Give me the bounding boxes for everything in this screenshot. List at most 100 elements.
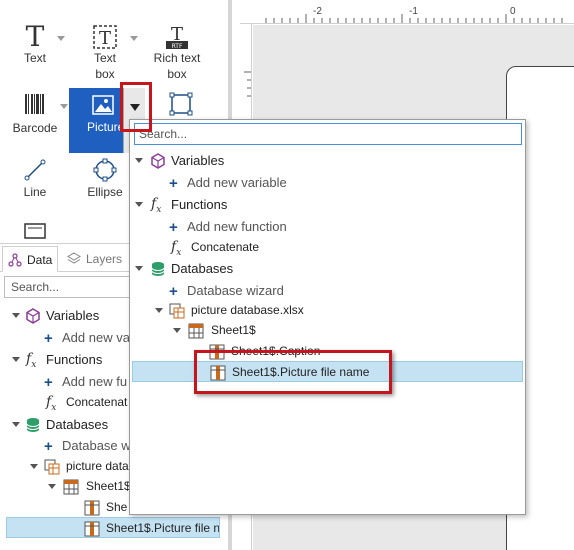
tree-label: picture database.xlsx: [191, 303, 304, 317]
function-icon: fx: [151, 196, 162, 215]
picture-icon: [92, 95, 114, 115]
variable-icon: [151, 153, 165, 169]
rectangle-icon: [169, 92, 193, 116]
tree-label: Sheet1$.Caption: [231, 344, 321, 358]
tab-layers[interactable]: Layers: [62, 246, 132, 272]
layers-icon: [67, 252, 81, 264]
tool-text-box-dropdown-icon[interactable]: [130, 36, 138, 41]
popup-search-input[interactable]: [134, 123, 522, 145]
svg-text:RTF: RTF: [172, 43, 183, 50]
popup-node-databases[interactable]: Databases: [130, 258, 525, 279]
ruler-label: -2: [313, 6, 322, 17]
tree-label: Concatenat: [66, 395, 128, 409]
tree-node-picture-field[interactable]: Sheet1$.Picture file na: [6, 517, 220, 538]
plus-icon: +: [169, 219, 178, 236]
tree-label: Add new variable: [187, 175, 287, 190]
database-icon: [151, 262, 165, 276]
tool-rich-text-box-label: Rich text box: [153, 51, 201, 81]
variable-icon: [26, 308, 40, 324]
ruler-label: -1: [409, 6, 418, 17]
tool-text[interactable]: T Text: [0, 23, 70, 72]
tree-label: Variables: [171, 153, 225, 168]
text-box-icon: T: [93, 25, 117, 49]
database-icon: [26, 418, 40, 432]
tree-label: Sheet1$: [86, 479, 131, 493]
tree-label: Sheet1$.Picture file na: [106, 521, 220, 535]
popup-node-sheet[interactable]: Sheet1$: [130, 320, 525, 341]
plus-icon: +: [169, 175, 178, 192]
tree-label: Functions: [171, 197, 228, 212]
plus-icon: +: [44, 374, 53, 391]
tree-label: She: [106, 500, 128, 514]
function-icon: fx: [46, 394, 57, 413]
tree-label: Sheet1$.Picture file name: [232, 365, 370, 379]
form-icon: [24, 223, 46, 239]
tool-line[interactable]: Line: [0, 158, 70, 204]
plus-icon: +: [44, 438, 53, 455]
popup-node-variables[interactable]: Variables: [130, 150, 525, 171]
tool-rectangle[interactable]: [146, 92, 216, 118]
data-sources-icon: [8, 253, 22, 267]
tree-label: Concatenate: [191, 240, 260, 254]
tool-barcode[interactable]: Barcode: [0, 92, 70, 140]
horizontal-ruler: -2 -1 0: [240, 0, 574, 24]
tree-label: Databases: [171, 261, 234, 276]
database-file-icon: [169, 303, 185, 319]
ellipse-icon: [93, 158, 117, 182]
popup-node-caption-field[interactable]: Sheet1$.Caption: [130, 341, 525, 362]
tree-label: Add new fu: [62, 374, 128, 389]
expand-arrow-icon[interactable]: [155, 308, 163, 313]
tool-rich-text-box[interactable]: T RTF Rich text box: [140, 24, 214, 86]
line-icon: [24, 159, 46, 181]
function-icon: fx: [171, 239, 182, 258]
tree-label: Sheet1$: [211, 323, 256, 337]
function-icon: fx: [26, 351, 37, 370]
field-icon: [84, 500, 100, 516]
expand-arrow-icon[interactable]: [12, 313, 20, 318]
tree-label: Add new va: [62, 330, 130, 345]
ruler-ticks: [265, 14, 563, 23]
table-icon: [63, 479, 79, 495]
tool-text-dropdown-icon[interactable]: [57, 36, 65, 41]
tool-line-label: Line: [23, 185, 47, 199]
dropdown-arrow-icon: [130, 104, 140, 111]
popup-node-functions[interactable]: fx Functions: [130, 194, 525, 215]
tree-label: Variables: [46, 308, 100, 323]
svg-text:T: T: [99, 28, 111, 49]
tree-label: Database wizard: [187, 283, 284, 298]
tool-text-box-label: Text box: [93, 51, 116, 81]
expand-arrow-icon[interactable]: [135, 158, 143, 163]
plus-icon: +: [44, 330, 53, 347]
tab-data[interactable]: Data: [2, 246, 58, 272]
tool-text-box[interactable]: T Text box: [70, 24, 140, 86]
plus-icon: +: [169, 283, 178, 300]
tool-more[interactable]: [0, 220, 70, 242]
tab-layers-label: Layers: [86, 252, 123, 266]
tool-text-label: Text: [23, 51, 46, 65]
barcode-icon: [25, 94, 44, 114]
popup-node-database-wizard[interactable]: + Database wizard: [130, 280, 525, 301]
expand-arrow-icon[interactable]: [12, 422, 20, 427]
popup-node-picture-field[interactable]: Sheet1$.Picture file name: [132, 361, 523, 382]
popup-node-add-variable[interactable]: + Add new variable: [130, 172, 525, 193]
expand-arrow-icon[interactable]: [12, 357, 20, 362]
rich-text-box-icon: T RTF: [166, 24, 188, 50]
database-file-icon: [44, 459, 60, 475]
expand-arrow-icon[interactable]: [173, 328, 181, 333]
data-source-popup: Variables + Add new variable fx Function…: [129, 119, 526, 515]
popup-node-db-file[interactable]: picture database.xlsx: [130, 300, 525, 321]
tree-label: Add new function: [187, 219, 287, 234]
field-icon: [84, 521, 100, 537]
tree-label: Database w: [62, 438, 131, 453]
popup-node-add-function[interactable]: + Add new function: [130, 216, 525, 237]
expand-arrow-icon[interactable]: [30, 464, 38, 469]
ruler-label: 0: [510, 6, 516, 17]
tool-barcode-label: Barcode: [12, 121, 58, 135]
expand-arrow-icon[interactable]: [135, 266, 143, 271]
expand-arrow-icon[interactable]: [135, 202, 143, 207]
expand-arrow-icon[interactable]: [48, 484, 56, 489]
tool-barcode-dropdown-icon[interactable]: [60, 104, 68, 109]
popup-node-concatenate[interactable]: fx Concatenate: [130, 237, 525, 258]
table-icon: [188, 323, 204, 339]
field-icon: [210, 365, 226, 381]
